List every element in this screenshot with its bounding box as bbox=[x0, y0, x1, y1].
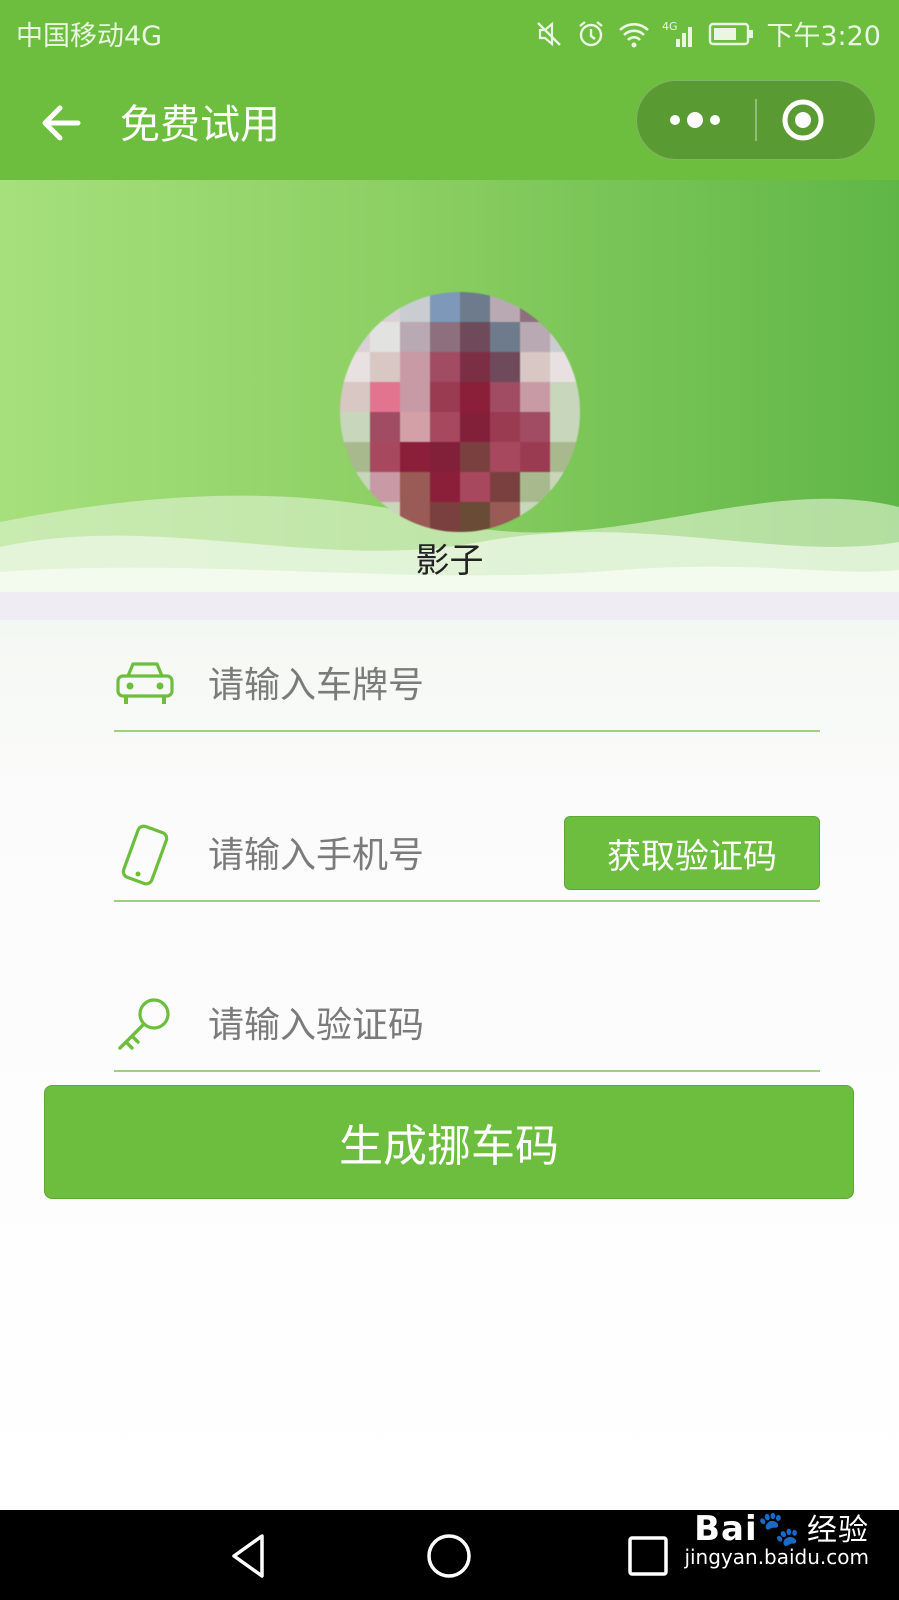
section-divider bbox=[0, 592, 899, 620]
system-back-icon[interactable] bbox=[222, 1528, 278, 1584]
avatar-mosaic-pixel bbox=[370, 382, 400, 412]
avatar-mosaic-pixel bbox=[430, 292, 460, 322]
avatar-mosaic-pixel bbox=[520, 412, 550, 442]
avatar-mosaic-pixel bbox=[370, 442, 400, 472]
code-field bbox=[114, 980, 820, 1072]
avatar-mosaic-pixel bbox=[340, 382, 370, 412]
target-close-icon[interactable] bbox=[757, 81, 875, 159]
avatar-mosaic-pixel bbox=[400, 352, 430, 382]
car-icon bbox=[114, 654, 176, 716]
avatar-mosaic-pixel bbox=[520, 382, 550, 412]
page-title: 免费试用 bbox=[120, 102, 280, 148]
paw-icon: 🐾 bbox=[757, 1509, 801, 1549]
avatar-mosaic-pixel bbox=[490, 442, 520, 472]
avatar-mosaic-pixel bbox=[400, 382, 430, 412]
battery-icon bbox=[708, 21, 754, 47]
avatar-mosaic-pixel bbox=[460, 412, 490, 442]
avatar-mosaic-pixel bbox=[490, 382, 520, 412]
avatar-mosaic-pixel bbox=[340, 412, 370, 442]
avatar-mosaic-pixel bbox=[400, 472, 430, 502]
baidu-watermark: Bai🐾 经验 jingyan.baidu.com bbox=[684, 1505, 869, 1569]
avatar-mosaic-pixel bbox=[460, 502, 490, 532]
avatar-mosaic-pixel bbox=[490, 412, 520, 442]
username: 影子 bbox=[415, 541, 484, 581]
watermark-brand-latin: Bai bbox=[694, 1509, 758, 1549]
avatar-mosaic-pixel bbox=[430, 322, 460, 352]
phone-input[interactable] bbox=[206, 810, 610, 900]
system-recents-icon[interactable] bbox=[620, 1528, 676, 1584]
avatar-mosaic-pixel bbox=[460, 322, 490, 352]
watermark-brand: Bai🐾 经验 bbox=[684, 1505, 869, 1549]
avatar-mosaic-pixel bbox=[490, 472, 520, 502]
status-icons: 4G 下午3:20 bbox=[534, 14, 881, 53]
more-dots-icon[interactable] bbox=[637, 81, 755, 159]
avatar-mosaic-pixel bbox=[400, 412, 430, 442]
avatar[interactable] bbox=[340, 292, 580, 532]
svg-text:4G: 4G bbox=[662, 20, 678, 33]
plate-input[interactable] bbox=[206, 640, 610, 730]
clock-time: 下午3:20 bbox=[766, 21, 881, 52]
signal-icon: 4G bbox=[662, 19, 696, 49]
avatar-mosaic-pixel bbox=[430, 502, 460, 532]
avatar-mosaic-pixel bbox=[430, 472, 460, 502]
generate-code-button[interactable]: 生成挪车码 bbox=[44, 1085, 854, 1199]
avatar-mosaic-pixel bbox=[430, 352, 460, 382]
wifi-icon bbox=[618, 19, 650, 49]
status-bar: 中国移动4G 4G 下午3:20 bbox=[0, 0, 899, 62]
system-home-icon[interactable] bbox=[421, 1528, 477, 1584]
avatar-mosaic-pixel bbox=[490, 352, 520, 382]
avatar-mosaic-pixel bbox=[460, 382, 490, 412]
avatar-mosaic-pixel bbox=[520, 442, 550, 472]
navigation-bar: 免费试用 bbox=[0, 62, 899, 180]
avatar-mosaic-pixel bbox=[400, 442, 430, 472]
mute-icon bbox=[534, 19, 564, 49]
miniprogram-capsule bbox=[636, 80, 876, 160]
plate-field bbox=[114, 640, 820, 732]
phone-field: 获取验证码 bbox=[114, 810, 820, 902]
avatar-mosaic-pixel bbox=[490, 322, 520, 352]
avatar-mosaic-pixel bbox=[430, 412, 460, 442]
avatar-mosaic-pixel bbox=[460, 352, 490, 382]
avatar-mosaic-pixel bbox=[430, 382, 460, 412]
avatar-mosaic-pixel bbox=[520, 352, 550, 382]
back-arrow-icon[interactable] bbox=[36, 98, 86, 148]
avatar-mosaic-pixel bbox=[460, 292, 490, 322]
code-input[interactable] bbox=[206, 980, 610, 1070]
avatar-mosaic-pixel bbox=[550, 412, 580, 442]
avatar-mosaic-pixel bbox=[550, 382, 580, 412]
watermark-brand-cn: 经验 bbox=[807, 1513, 869, 1548]
phone-icon bbox=[114, 824, 176, 886]
watermark-url: jingyan.baidu.com bbox=[684, 1545, 869, 1569]
get-code-button[interactable]: 获取验证码 bbox=[564, 816, 820, 890]
alarm-icon bbox=[576, 19, 606, 49]
avatar-mosaic-pixel bbox=[370, 352, 400, 382]
form-area: 获取验证码 bbox=[0, 620, 899, 1510]
avatar-mosaic-pixel bbox=[460, 472, 490, 502]
avatar-mosaic-pixel bbox=[370, 412, 400, 442]
key-icon bbox=[114, 994, 176, 1056]
avatar-mosaic-pixel bbox=[460, 442, 490, 472]
carrier-label: 中国移动4G bbox=[16, 21, 163, 52]
avatar-mosaic-pixel bbox=[370, 322, 400, 352]
avatar-mosaic-pixel bbox=[430, 442, 460, 472]
avatar-mosaic-pixel bbox=[400, 322, 430, 352]
